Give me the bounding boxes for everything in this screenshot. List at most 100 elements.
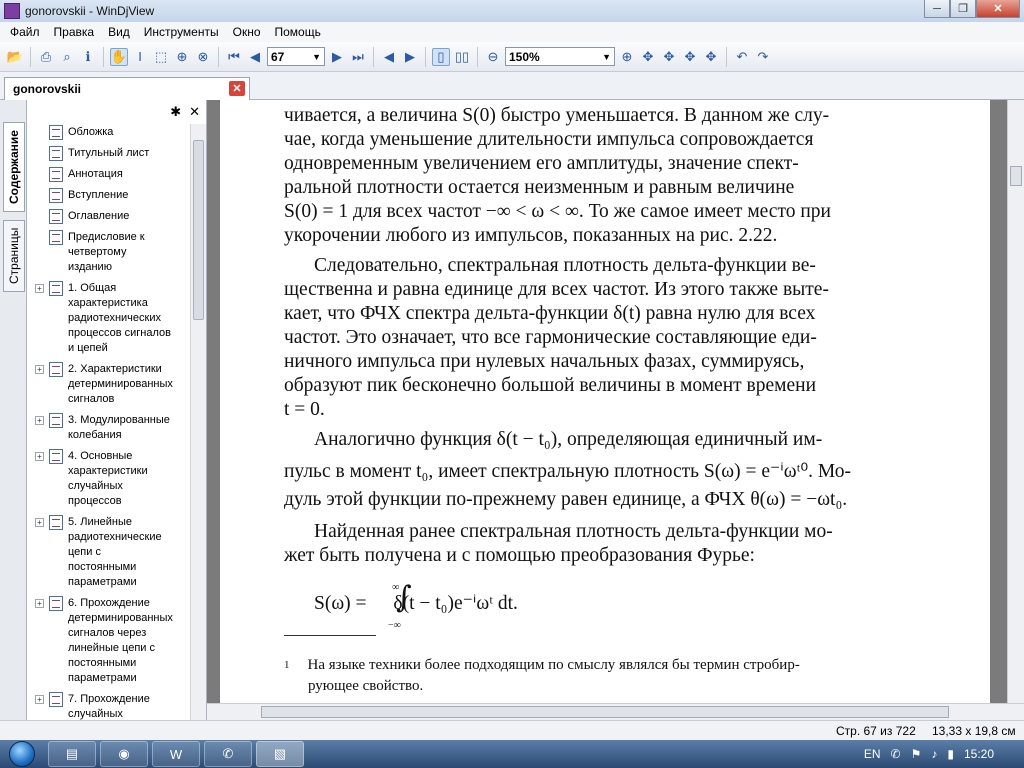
last-page-icon[interactable]: ⏭ <box>349 48 367 66</box>
toc-item[interactable]: +6. Прохождение детерминированных сигнал… <box>27 595 191 687</box>
toc-item[interactable]: Титульный лист <box>27 145 191 162</box>
info-icon[interactable]: ℹ <box>79 48 97 66</box>
menu-file[interactable]: Файл <box>3 25 47 39</box>
toc-item[interactable]: Оглавление <box>27 208 191 225</box>
tab-pages[interactable]: Страницы <box>3 220 25 292</box>
volume-icon[interactable]: ♪ <box>931 747 937 761</box>
menu-tools[interactable]: Инструменты <box>137 25 226 39</box>
next-page-icon[interactable]: ▶ <box>328 48 346 66</box>
expand-icon[interactable]: + <box>35 599 44 608</box>
toc-scrollbar[interactable] <box>190 124 206 720</box>
toc-tree: Обложка Титульный лист Аннотация Вступление… <box>27 124 191 720</box>
viber-task-icon[interactable]: ✆ <box>204 741 252 767</box>
footnote-line-1: На языке техники более подходящим по смы… <box>307 657 800 673</box>
sidebar-tabs: Содержание Страницы <box>0 100 27 720</box>
zoom-in-icon[interactable]: ⊕ <box>618 48 636 66</box>
toc-item[interactable]: Аннотация <box>27 166 191 183</box>
menu-help[interactable]: Помощь <box>268 25 328 39</box>
text-line: дуль этой функции по-прежнему равен един… <box>284 489 848 510</box>
toc-item[interactable]: +3. Модулированные колебания <box>27 412 191 444</box>
toc-scroll-thumb[interactable] <box>193 140 204 320</box>
toc-item[interactable]: +5. Линейные радиотехнические цепи с пос… <box>27 514 191 591</box>
close-tab-icon[interactable]: ✕ <box>229 81 245 96</box>
viewer-scroll-thumb[interactable] <box>1010 166 1022 186</box>
single-page-icon[interactable]: ▯ <box>432 47 450 66</box>
text-line: Следовательно, спектральная плотность де… <box>314 255 816 276</box>
network-icon[interactable]: ▮ <box>947 747 954 761</box>
close-button[interactable]: ✕ <box>976 0 1020 18</box>
fourier-formula: S(ω) = δ(t − t₀)e⁻ⁱωᵗ dt. <box>314 592 518 616</box>
first-page-icon[interactable]: ⏮ <box>225 48 243 66</box>
text-select-icon[interactable]: I <box>131 48 149 66</box>
minimize-button[interactable]: ─ <box>924 0 950 18</box>
zoom-out-icon[interactable]: ⊖ <box>484 48 502 66</box>
tab-contents[interactable]: Содержание <box>3 122 25 212</box>
toc-item[interactable]: +2. Характеристики детерминированных сиг… <box>27 361 191 408</box>
maximize-button[interactable]: ❐ <box>950 0 976 18</box>
zoom-rect-icon[interactable]: ⊗ <box>194 48 212 66</box>
toc-item[interactable]: +7. Прохождение случайных процессов чере… <box>27 691 191 720</box>
start-button[interactable] <box>0 740 44 768</box>
fit-height-icon[interactable]: ✥ <box>702 48 720 66</box>
language-indicator[interactable]: EN <box>864 747 881 761</box>
two-page-icon[interactable]: ▯▯ <box>453 48 471 66</box>
toc-item-label: Титульный лист <box>68 147 150 159</box>
page-number-combo[interactable]: 67 ▼ <box>267 47 325 66</box>
toolbar-divider <box>373 46 374 67</box>
gear-icon[interactable]: ✱ <box>170 104 181 120</box>
text-line: жет быть получена и с помощью преобразов… <box>284 545 755 566</box>
toc-item-label: 2. Характеристики детерминированных сигн… <box>68 363 173 405</box>
fit-page-icon[interactable]: ✥ <box>639 48 657 66</box>
forward-icon[interactable]: ▶ <box>401 48 419 66</box>
viewer-vertical-scrollbar[interactable] <box>1007 100 1024 703</box>
rotate-right-icon[interactable]: ↷ <box>754 48 772 66</box>
expand-icon[interactable]: + <box>35 284 44 293</box>
expand-icon[interactable]: + <box>35 416 44 425</box>
expand-icon[interactable]: + <box>35 365 44 374</box>
windows-orb-icon <box>9 741 35 767</box>
word-task-icon[interactable]: W <box>152 741 200 767</box>
bookmark-page-icon <box>49 167 63 182</box>
clock[interactable]: 15:20 <box>964 747 994 761</box>
back-icon[interactable]: ◀ <box>380 48 398 66</box>
rect-select-icon[interactable]: ⬚ <box>152 48 170 66</box>
zoom-in-tool-icon[interactable]: ⊕ <box>173 48 191 66</box>
document-tab[interactable]: gonorovskii ✕ <box>4 77 250 100</box>
viber-tray-icon[interactable]: ✆ <box>891 747 901 761</box>
print-icon[interactable]: ⎙ <box>37 48 55 66</box>
toolbar-divider <box>103 46 104 67</box>
expand-icon[interactable]: + <box>35 695 44 704</box>
text-line: частот. Это означает, что все гармоничес… <box>284 327 817 348</box>
bookmark-page-icon <box>49 413 63 428</box>
bookmark-page-icon <box>49 281 63 296</box>
hand-tool-icon[interactable]: ✋ <box>110 47 128 66</box>
zoom-combo[interactable]: 150% ▼ <box>505 47 615 66</box>
actual-size-icon[interactable]: ✥ <box>681 48 699 66</box>
document-viewer[interactable]: чивается, а величина S(0) быстро уменьша… <box>207 100 1007 703</box>
expand-icon[interactable]: + <box>35 518 44 527</box>
toc-item[interactable]: Вступление <box>27 187 191 204</box>
prev-page-icon[interactable]: ◀ <box>246 48 264 66</box>
open-folder-icon[interactable]: 📂 <box>6 48 24 66</box>
chrome-task-icon[interactable]: ◉ <box>100 741 148 767</box>
toc-item[interactable]: +1. Общая характеристика радиотехнически… <box>27 280 191 357</box>
footnote-divider <box>284 635 376 636</box>
rotate-left-icon[interactable]: ↶ <box>733 48 751 66</box>
menu-edit[interactable]: Правка <box>47 25 102 39</box>
text-line: щественна и равна единице для всех часто… <box>284 279 829 300</box>
fit-width-icon[interactable]: ✥ <box>660 48 678 66</box>
flag-icon[interactable]: ⚑ <box>911 747 922 761</box>
toc-item[interactable]: Обложка <box>27 124 191 141</box>
explorer-task-icon[interactable]: ▤ <box>48 741 96 767</box>
menu-view[interactable]: Вид <box>101 25 137 39</box>
chevron-down-icon: ▼ <box>602 51 611 62</box>
expand-icon[interactable]: + <box>35 452 44 461</box>
close-icon[interactable]: ✕ <box>189 104 200 120</box>
viewer-horizontal-scrollbar[interactable] <box>207 703 1024 720</box>
toc-item[interactable]: +4. Основные характеристики случайных пр… <box>27 448 191 510</box>
viewer-hscroll-thumb[interactable] <box>261 706 949 718</box>
windjview-task-icon[interactable]: ▧ <box>256 741 304 767</box>
find-icon[interactable]: ⌕ <box>58 48 76 66</box>
toc-item[interactable]: Предисловие к четвертому изданию <box>27 229 191 276</box>
menu-window[interactable]: Окно <box>226 25 268 39</box>
